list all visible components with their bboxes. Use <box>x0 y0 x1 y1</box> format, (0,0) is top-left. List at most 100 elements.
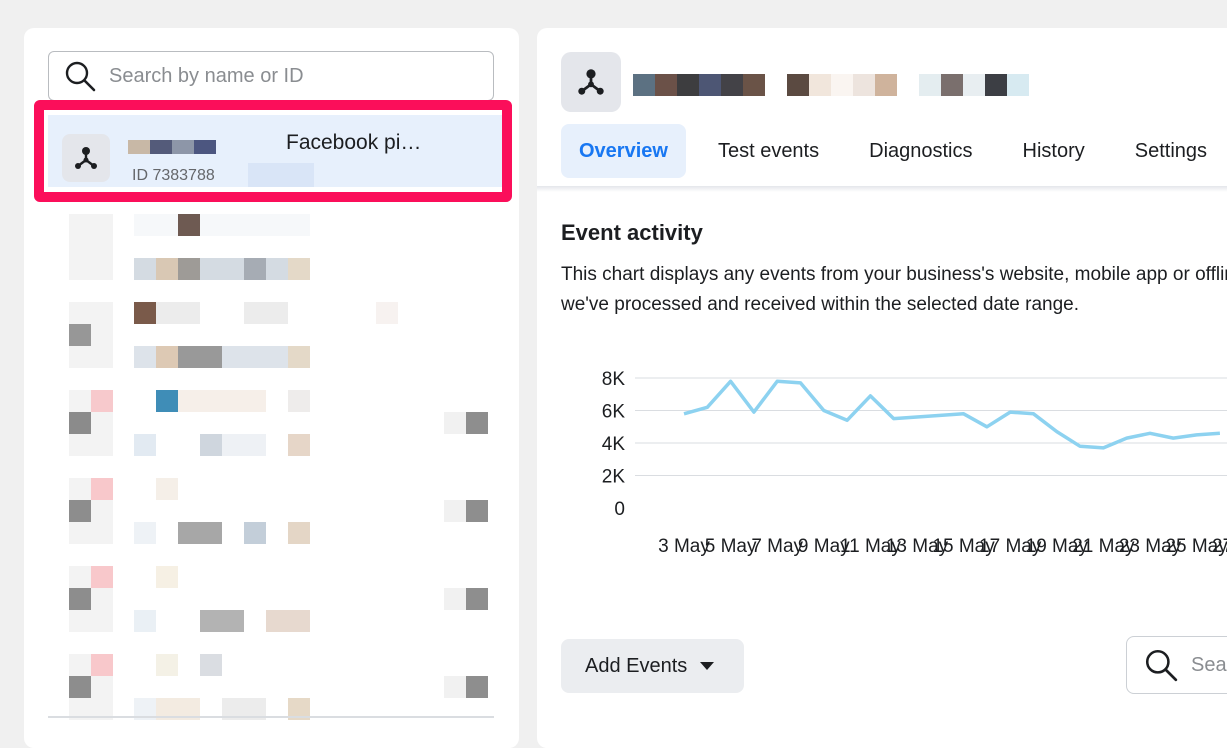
redacted-block <box>288 346 310 368</box>
redacted-block <box>655 74 677 96</box>
tab-divider <box>537 186 1227 192</box>
section-title: Event activity <box>561 220 703 245</box>
redacted-block <box>444 500 466 522</box>
redacted-block <box>156 258 178 280</box>
redacted-block <box>91 566 113 588</box>
y-tick-label: 2K <box>602 467 626 488</box>
redacted-block <box>134 302 156 324</box>
redacted-block <box>156 654 178 676</box>
x-tick-label: 7 May <box>751 536 803 557</box>
search-field[interactable] <box>48 51 494 101</box>
tab-diagnostics[interactable]: Diagnostics <box>851 124 990 178</box>
redacted-block <box>244 258 266 280</box>
redacted-block <box>677 74 699 96</box>
redacted-block <box>919 74 941 96</box>
redacted-block <box>444 588 466 610</box>
series-line <box>683 379 1221 450</box>
redacted-block <box>288 522 310 544</box>
caret-down-icon <box>700 662 715 670</box>
search-icon <box>1145 649 1178 682</box>
redacted-block <box>69 324 91 346</box>
tab-bar: Overview Test events Diagnostics History… <box>561 123 1227 178</box>
redacted-block <box>466 412 488 434</box>
redacted-block <box>466 588 488 610</box>
redacted-block <box>743 74 765 96</box>
pixel-icon-tile <box>561 52 621 112</box>
redacted-block <box>156 566 178 588</box>
redacted-block <box>134 610 156 632</box>
tab-history[interactable]: History <box>1005 124 1103 178</box>
redacted-block <box>1007 74 1029 96</box>
section-description: This chart displays any events from your… <box>561 264 1227 315</box>
redacted-block <box>178 258 200 280</box>
redacted-block <box>91 654 113 676</box>
redacted-block <box>721 74 743 96</box>
search-input[interactable] <box>107 63 493 89</box>
redacted-block <box>91 390 113 412</box>
redacted-block <box>288 434 310 456</box>
redacted-block <box>156 478 178 500</box>
redacted-block <box>787 74 809 96</box>
redacted-block <box>699 74 721 96</box>
redacted-block <box>156 346 178 368</box>
redacted-block <box>633 74 655 96</box>
redacted-block <box>466 676 488 698</box>
redacted-block <box>178 214 200 236</box>
redacted-block <box>288 390 310 412</box>
tab-overview[interactable]: Overview <box>561 123 686 178</box>
redacted-block <box>178 390 266 412</box>
list-scrollbar[interactable] <box>48 716 494 718</box>
redacted-block <box>963 74 985 96</box>
redacted-block <box>941 74 963 96</box>
add-events-label: Add Events <box>585 654 688 677</box>
redacted-block <box>444 676 466 698</box>
y-tick-label: 8K <box>602 369 626 390</box>
redacted-block <box>200 654 222 676</box>
redacted-block <box>376 302 398 324</box>
redacted-block <box>244 302 288 324</box>
y-tick-label: 6K <box>602 402 626 423</box>
redacted-block <box>466 500 488 522</box>
search-icon <box>65 61 96 92</box>
redacted-block <box>69 412 91 434</box>
redacted-block <box>444 412 466 434</box>
redacted-block <box>831 74 853 96</box>
x-tick-label: 27 May <box>1212 536 1227 557</box>
redacted-block <box>69 500 91 522</box>
highlight-frame <box>34 100 512 202</box>
pixel-icon <box>578 69 604 95</box>
x-tick-label: 5 May <box>705 536 757 557</box>
redacted-block <box>69 676 91 698</box>
redacted-block <box>809 74 831 96</box>
redacted-block <box>875 74 897 96</box>
redacted-block <box>156 390 178 412</box>
redacted-block <box>156 302 200 324</box>
redacted-block <box>288 258 310 280</box>
redacted-block <box>200 434 222 456</box>
event-activity-chart: 8K6K4K2K03 May5 May7 May9 May11 May13 Ma… <box>602 369 1227 557</box>
redacted-block <box>222 434 266 456</box>
add-events-button[interactable]: Add Events <box>561 639 744 693</box>
y-tick-label: 0 <box>614 499 625 520</box>
redacted-block <box>853 74 875 96</box>
redacted-block <box>985 74 1007 96</box>
tab-settings[interactable]: Settings <box>1117 124 1225 178</box>
pixel-list-panel: Facebook pi… ID 7383788 <box>24 28 519 748</box>
redacted-block <box>244 522 266 544</box>
redacted-block <box>91 478 113 500</box>
redacted-block <box>178 346 222 368</box>
tab-test-events[interactable]: Test events <box>700 124 837 178</box>
redacted-block <box>178 522 222 544</box>
redacted-block <box>134 522 156 544</box>
redacted-block <box>134 214 310 236</box>
redacted-block <box>134 434 156 456</box>
redacted-block <box>200 610 244 632</box>
y-tick-label: 4K <box>602 434 626 455</box>
pixel-detail-panel: Overview Test events Diagnostics History… <box>537 28 1227 748</box>
redacted-block <box>69 588 91 610</box>
x-tick-label: 3 May <box>658 536 710 557</box>
redacted-block <box>266 610 310 632</box>
redacted-avatar <box>69 214 113 280</box>
events-search-placeholder: Sea <box>1191 653 1227 676</box>
events-search-field[interactable]: Sea <box>1126 636 1227 694</box>
